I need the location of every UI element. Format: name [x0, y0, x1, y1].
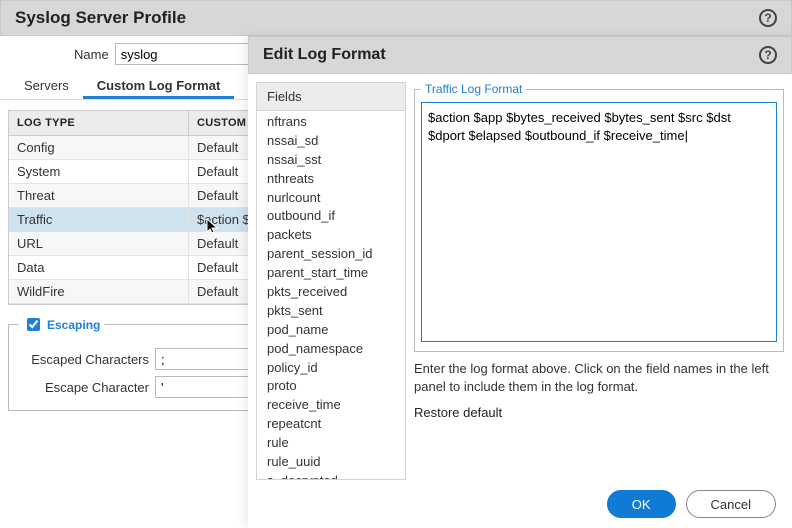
fields-panel: Fields nftransnssai_sdnssai_sstnthreatsn… [256, 82, 406, 480]
escaped-characters-label: Escaped Characters [19, 352, 149, 367]
fields-list[interactable]: nftransnssai_sdnssai_sstnthreatsnurlcoun… [257, 111, 405, 479]
field-item[interactable]: outbound_if [257, 207, 405, 226]
escaping-checkbox[interactable] [27, 318, 40, 331]
restore-default-link[interactable]: Restore default [414, 405, 784, 420]
field-item[interactable]: pkts_received [257, 283, 405, 302]
fields-header: Fields [257, 83, 405, 111]
field-item[interactable]: rule_uuid [257, 453, 405, 472]
dialog-title: Edit Log Format [263, 46, 759, 64]
cell-log-type: URL [9, 232, 189, 255]
dialog-titlebar: Edit Log Format ? [248, 36, 792, 74]
field-item[interactable]: pod_name [257, 321, 405, 340]
traffic-log-format-group: Traffic Log Format [414, 82, 784, 352]
tab-custom-log-format[interactable]: Custom Log Format [83, 72, 235, 99]
page-title: Syslog Server Profile [15, 8, 759, 28]
escaping-legend-text: Escaping [47, 318, 100, 332]
cell-log-type: Config [9, 136, 189, 159]
field-item[interactable]: s_decrypted [257, 472, 405, 479]
tab-servers[interactable]: Servers [10, 72, 83, 99]
help-icon[interactable]: ? [759, 46, 777, 64]
help-icon[interactable]: ? [759, 9, 777, 27]
field-item[interactable]: repeatcnt [257, 415, 405, 434]
field-item[interactable]: proto [257, 377, 405, 396]
cell-log-type: Data [9, 256, 189, 279]
field-item[interactable]: pod_namespace [257, 340, 405, 359]
field-item[interactable]: parent_session_id [257, 245, 405, 264]
format-legend: Traffic Log Format [421, 82, 526, 96]
titlebar: Syslog Server Profile ? [0, 0, 792, 36]
field-item[interactable]: nthreats [257, 170, 405, 189]
cell-log-type: Traffic [9, 208, 189, 231]
col-log-type: LOG TYPE [9, 111, 189, 135]
escape-character-label: Escape Character [19, 380, 149, 395]
format-hint: Enter the log format above. Click on the… [414, 360, 784, 395]
field-item[interactable]: nurlcount [257, 189, 405, 208]
field-item[interactable]: pkts_sent [257, 302, 405, 321]
ok-button[interactable]: OK [607, 490, 676, 518]
field-item[interactable]: parent_start_time [257, 264, 405, 283]
field-item[interactable]: rule [257, 434, 405, 453]
cancel-button[interactable]: Cancel [686, 490, 776, 518]
dialog-actions: OK Cancel [248, 480, 792, 528]
field-item[interactable]: nssai_sst [257, 151, 405, 170]
field-item[interactable]: nftrans [257, 113, 405, 132]
cell-log-type: WildFire [9, 280, 189, 303]
edit-log-format-dialog: Edit Log Format ? Fields nftransnssai_sd… [248, 36, 792, 528]
field-item[interactable]: nssai_sd [257, 132, 405, 151]
log-format-textarea[interactable] [421, 102, 777, 342]
escaping-legend: Escaping [19, 315, 104, 334]
name-label: Name [74, 47, 109, 62]
field-item[interactable]: policy_id [257, 359, 405, 378]
field-item[interactable]: receive_time [257, 396, 405, 415]
field-item[interactable]: packets [257, 226, 405, 245]
cell-log-type: Threat [9, 184, 189, 207]
cell-log-type: System [9, 160, 189, 183]
